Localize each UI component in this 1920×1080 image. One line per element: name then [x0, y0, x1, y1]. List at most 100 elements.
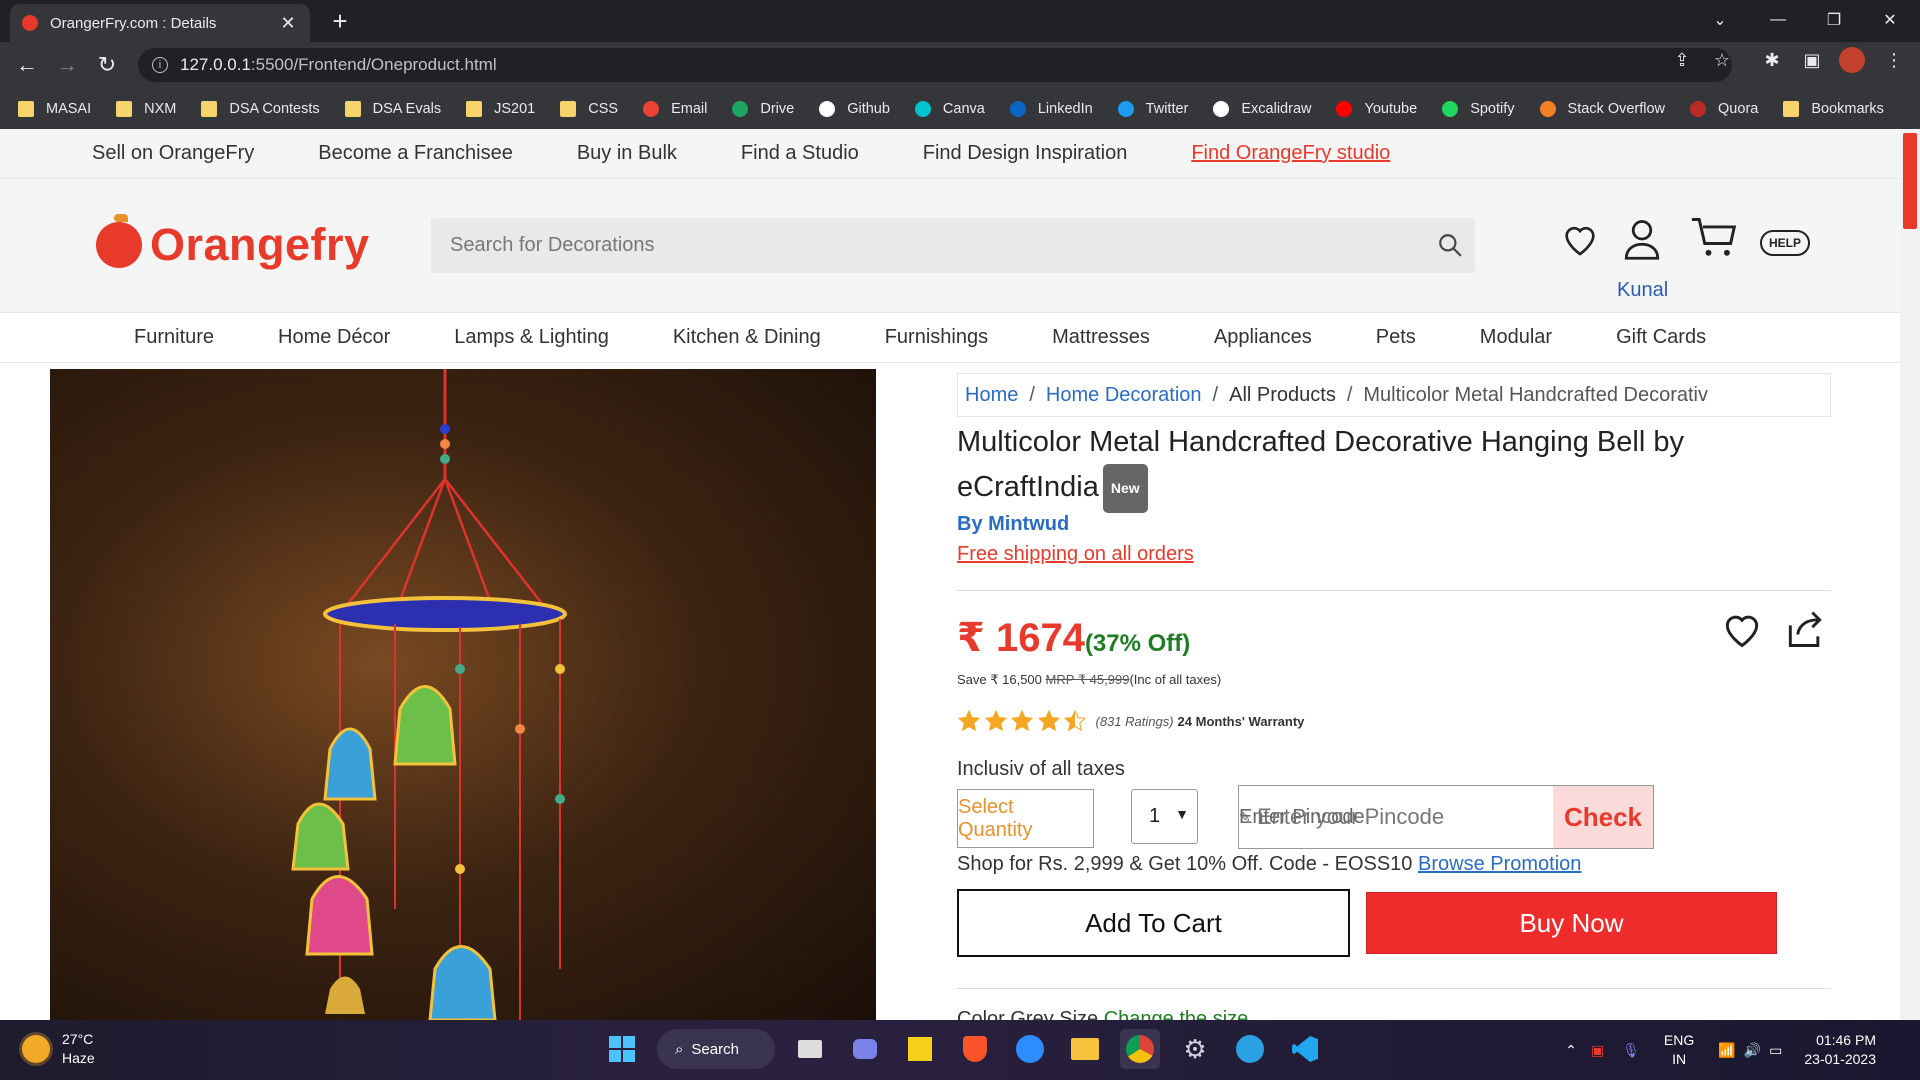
file-explorer-icon[interactable]: [1065, 1029, 1105, 1069]
taskbar-search[interactable]: ⌕ Search: [657, 1029, 775, 1069]
franchise-link[interactable]: Become a Franchisee: [318, 142, 513, 165]
chrome-icon[interactable]: [1120, 1029, 1160, 1069]
volume-icon[interactable]: 🔊: [1744, 1042, 1761, 1059]
bookmark-drive[interactable]: Drive: [732, 100, 794, 117]
add-to-cart-button[interactable]: Add To Cart: [957, 889, 1350, 957]
cat-gift-cards[interactable]: Gift Cards: [1616, 326, 1706, 349]
bookmark-twitter[interactable]: Twitter: [1117, 100, 1188, 117]
product-image[interactable]: [50, 369, 876, 1020]
back-icon[interactable]: ←: [12, 50, 42, 80]
new-tab-button[interactable]: +: [326, 6, 354, 37]
cat-mattresses[interactable]: Mattresses: [1052, 326, 1150, 349]
cat-pets[interactable]: Pets: [1376, 326, 1416, 349]
sticky-notes-icon[interactable]: [900, 1029, 940, 1069]
change-size-link[interactable]: Change the size: [1104, 1009, 1249, 1020]
bookmark-canva[interactable]: Canva: [914, 100, 985, 117]
cat-furnishings[interactable]: Furnishings: [885, 326, 988, 349]
weather-widget[interactable]: 27°C Haze: [22, 1030, 95, 1068]
bookmark-github[interactable]: Github: [819, 100, 890, 117]
brand-link[interactable]: By Mintwud: [957, 513, 1069, 536]
bookmark-bookmarks[interactable]: Bookmarks: [1783, 100, 1884, 117]
pincode-field[interactable]: Enter your Pincode Check: [1238, 785, 1654, 849]
wishlist-heart-icon[interactable]: [1560, 219, 1600, 259]
wifi-icon[interactable]: 📶: [1718, 1042, 1735, 1059]
cat-kitchen[interactable]: Kitchen & Dining: [673, 326, 821, 349]
bookmark-stack-overflow[interactable]: Stack Overflow: [1539, 100, 1665, 117]
check-button[interactable]: Check: [1553, 786, 1653, 848]
clock[interactable]: 01:46 PM 23-01-2023: [1804, 1031, 1876, 1069]
sell-link[interactable]: Sell on OrangeFry: [92, 142, 254, 165]
help-button[interactable]: HELP: [1760, 230, 1810, 256]
bookmark-dsa-contests[interactable]: DSA Contests: [201, 100, 320, 117]
tab-search-icon[interactable]: ⌄: [1700, 4, 1740, 36]
find-studio-link[interactable]: Find OrangeFry studio: [1191, 142, 1390, 165]
bookmark-youtube[interactable]: Youtube: [1336, 100, 1417, 117]
reload-icon[interactable]: ↻: [92, 50, 122, 80]
share-page-icon[interactable]: ⇪: [1668, 50, 1696, 71]
tray-app-icon[interactable]: ▣: [1591, 1042, 1604, 1059]
zoom-icon[interactable]: [1010, 1029, 1050, 1069]
bookmark-spotify[interactable]: Spotify: [1442, 100, 1515, 117]
crumb-home-decoration[interactable]: Home Decoration: [1046, 384, 1202, 407]
bookmark-nxm[interactable]: NXM: [116, 100, 176, 117]
inspiration-link[interactable]: Find Design Inspiration: [923, 142, 1128, 165]
studio-link[interactable]: Find a Studio: [741, 142, 859, 165]
search-icon[interactable]: [1437, 232, 1463, 258]
bookmark-quora[interactable]: Quora: [1690, 100, 1758, 117]
user-name[interactable]: Kunal: [1617, 279, 1668, 302]
microphone-icon[interactable]: 🎙: [1622, 1042, 1640, 1059]
share-icon[interactable]: [1782, 607, 1828, 651]
side-panel-icon[interactable]: ▣: [1798, 50, 1826, 71]
chat-icon[interactable]: [845, 1029, 885, 1069]
wishlist-heart-icon[interactable]: [1720, 607, 1764, 651]
bulk-link[interactable]: Buy in Bulk: [577, 142, 677, 165]
cat-furniture[interactable]: Furniture: [134, 326, 214, 349]
bookmark-star-icon[interactable]: ☆: [1708, 50, 1736, 71]
cat-home-decor[interactable]: Home Décor: [278, 326, 390, 349]
page-scrollbar[interactable]: [1900, 129, 1920, 1020]
tab-close-icon[interactable]: ✕: [278, 13, 298, 34]
show-hidden-icons[interactable]: ⌃: [1565, 1042, 1577, 1059]
minimize-icon[interactable]: —: [1758, 4, 1798, 36]
cart-icon[interactable]: [1690, 215, 1738, 261]
cat-modular[interactable]: Modular: [1480, 326, 1552, 349]
pincode-input[interactable]: Enter your Pincode: [1239, 804, 1553, 830]
browser-menu-icon[interactable]: ⋮: [1880, 50, 1908, 71]
bookmark-js201[interactable]: JS201: [466, 100, 535, 117]
site-info-icon[interactable]: i: [152, 57, 168, 73]
site-logo[interactable]: Orangefry: [96, 214, 370, 271]
bookmark-css[interactable]: CSS: [560, 100, 618, 117]
bookmark-masai[interactable]: MASAI: [18, 100, 91, 117]
crumb-all-products[interactable]: All Products: [1229, 384, 1336, 407]
forward-icon[interactable]: →: [52, 50, 82, 80]
battery-icon[interactable]: ▭: [1769, 1042, 1782, 1059]
cat-lamps[interactable]: Lamps & Lighting: [454, 326, 609, 349]
search-input[interactable]: Search for Decorations: [431, 218, 1475, 273]
buy-now-button[interactable]: Buy Now: [1366, 892, 1777, 954]
extensions-icon[interactable]: ✱: [1758, 50, 1786, 71]
restore-icon[interactable]: ❐: [1814, 4, 1854, 36]
telegram-icon[interactable]: [1230, 1029, 1270, 1069]
vscode-icon[interactable]: [1285, 1029, 1325, 1069]
user-account-icon[interactable]: [1621, 217, 1663, 261]
crumb-home[interactable]: Home: [965, 384, 1018, 407]
bookmark-linkedin[interactable]: LinkedIn: [1009, 100, 1093, 117]
browse-promotion-link[interactable]: Browse Promotion: [1418, 853, 1581, 875]
bookmark-excalidraw[interactable]: Excalidraw: [1213, 100, 1311, 117]
quantity-select[interactable]: 1 ▼: [1131, 789, 1198, 844]
profile-avatar[interactable]: [1838, 47, 1866, 78]
active-tab[interactable]: OrangerFry.com : Details ✕: [10, 4, 310, 42]
cat-appliances[interactable]: Appliances: [1214, 326, 1312, 349]
bookmark-dsa-evals[interactable]: DSA Evals: [344, 100, 441, 117]
ratings-count[interactable]: (831 Ratings): [1096, 714, 1174, 729]
bookmark-email[interactable]: Email: [643, 100, 707, 117]
address-bar[interactable]: i 127.0.0.1:5500/Frontend/Oneproduct.htm…: [138, 48, 1732, 82]
free-shipping-link[interactable]: Free shipping on all orders: [957, 543, 1194, 566]
settings-gear-icon[interactable]: ⚙: [1175, 1029, 1215, 1069]
close-window-icon[interactable]: ✕: [1870, 4, 1910, 36]
scrollbar-thumb[interactable]: [1903, 133, 1917, 229]
task-view-icon[interactable]: [790, 1029, 830, 1069]
language-indicator[interactable]: ENG IN: [1664, 1031, 1694, 1069]
brave-icon[interactable]: [955, 1029, 995, 1069]
start-icon[interactable]: [602, 1029, 642, 1069]
